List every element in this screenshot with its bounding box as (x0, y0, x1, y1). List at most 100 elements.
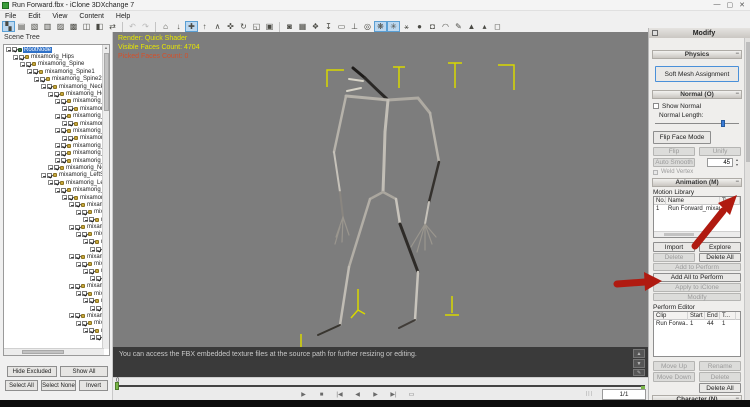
tree-node[interactable]: mixamorig_Neck1 (4, 164, 103, 171)
light-toggle-icon[interactable]: ⚹ (400, 21, 413, 32)
select-none-button[interactable]: Select None (41, 380, 76, 391)
pin-view-icon[interactable]: ↧ (322, 21, 335, 32)
soft-mesh-assignment-button[interactable]: Soft Mesh Assignment (655, 66, 739, 82)
import-button[interactable]: Import (653, 242, 695, 252)
move-up-button[interactable]: Move Up (653, 361, 695, 371)
tree-expander-icon[interactable] (76, 210, 81, 215)
frame-view-icon[interactable]: ▣ (263, 21, 276, 32)
select-tool-icon[interactable]: ▚ (2, 21, 15, 32)
maximize-view-icon[interactable]: ◱ (250, 21, 263, 32)
collapse-icon[interactable]: − (735, 51, 739, 57)
tree-checkbox[interactable] (89, 298, 94, 303)
hide-excluded-button[interactable]: Hide Excluded (7, 366, 57, 377)
move-down-icon[interactable]: ↓ (172, 21, 185, 32)
tree-hscroll-thumb[interactable] (22, 350, 64, 354)
tree-expander-icon[interactable] (20, 62, 25, 67)
delete-all-clips-button[interactable]: Delete All (699, 383, 741, 393)
tree-vscroll-thumb[interactable] (104, 53, 109, 111)
box-view-icon[interactable]: ◻ (491, 21, 504, 32)
tree-expander-icon[interactable] (62, 106, 67, 111)
tree-checkbox[interactable] (96, 276, 101, 281)
stage-view-icon[interactable]: ◘ (426, 21, 439, 32)
import-motion-icon[interactable]: ▥ (41, 21, 54, 32)
timeline-playhead[interactable] (115, 382, 119, 390)
modify-button[interactable]: Modify (653, 293, 741, 301)
tree-expander-icon[interactable] (69, 254, 74, 259)
motion-table-hscrollbar[interactable] (654, 231, 740, 237)
tree-expander-icon[interactable] (48, 180, 53, 185)
tree-expander-icon[interactable] (83, 269, 88, 274)
pivot-view-icon[interactable]: ⊥ (348, 21, 361, 32)
panel-scrollbar-thumb[interactable] (746, 42, 750, 162)
point-view-icon[interactable]: ● (413, 21, 426, 32)
tree-node[interactable]: mixamorig_LeftHandPinky2 (4, 319, 103, 326)
tree-node[interactable]: mixamorig_LeftHandIndex4 (4, 246, 103, 253)
tree-node[interactable]: RootNode (4, 46, 103, 53)
tree-checkbox[interactable] (61, 158, 66, 163)
viewport-capture-button[interactable]: ✎ (633, 369, 645, 376)
tree-checkbox[interactable] (96, 247, 101, 252)
tree-checkbox[interactable] (89, 217, 94, 222)
tree-node[interactable]: mixamorig_Spine2 (4, 76, 103, 83)
tree-checkbox[interactable] (82, 321, 87, 326)
tree-node[interactable]: mixamorig_LeftForeArm (4, 186, 103, 193)
curve-view-icon[interactable]: ◠ (439, 21, 452, 32)
tree-node[interactable]: mixamorig_RightEye (4, 127, 103, 134)
tree-checkbox[interactable] (54, 92, 59, 97)
tree-expander-icon[interactable] (55, 188, 60, 193)
add-all-to-perform-button[interactable]: Add All to Perform (653, 273, 741, 282)
tree-node[interactable]: mixamorig_LeftHandPinky1 (4, 312, 103, 319)
tree-expander-icon[interactable] (76, 232, 81, 237)
import-model-icon[interactable]: ▧ (28, 21, 41, 32)
go-start-button[interactable]: |◀ (334, 390, 345, 399)
curve-tool-icon[interactable]: ∧ (211, 21, 224, 32)
tree-node[interactable]: mixamorig_LeftEye (4, 113, 103, 120)
tree-expander-icon[interactable] (13, 55, 18, 60)
tree-node[interactable]: mixamorig_LeftHandMiddle3 (4, 268, 103, 275)
convert-icon[interactable]: ◧ (93, 21, 106, 32)
screen-view-icon[interactable]: ▭ (335, 21, 348, 32)
collapse-icon[interactable]: − (735, 179, 739, 185)
play-button[interactable]: ▶ (298, 390, 309, 399)
menu-item-file[interactable]: File (0, 13, 21, 20)
tree-expander-icon[interactable] (48, 92, 53, 97)
open-file-icon[interactable]: ▤ (15, 21, 28, 32)
tree-checkbox[interactable] (75, 202, 80, 207)
tree-expander-icon[interactable] (83, 217, 88, 222)
tree-expander-icon[interactable] (83, 239, 88, 244)
tree-expander-icon[interactable] (90, 247, 95, 252)
tree-checkbox[interactable] (61, 188, 66, 193)
grid-toggle-icon[interactable]: ▦ (296, 21, 309, 32)
tree-expander-icon[interactable] (6, 47, 11, 52)
section-normal[interactable]: Normal (O)− (652, 90, 742, 99)
transfer-icon[interactable]: ⇄ (106, 21, 119, 32)
material-view-icon[interactable]: ❖ (309, 21, 322, 32)
table-row[interactable]: 1Run Forward_mixamo♟ (654, 205, 740, 213)
tree-node[interactable]: mixamorig_LeftHandIndex3 (4, 238, 103, 245)
tree-node[interactable]: mixamorig_Neck (4, 83, 103, 90)
tree-checkbox[interactable] (47, 173, 52, 178)
minimize-button[interactable]: — (714, 1, 721, 9)
select-all-button[interactable]: Select All (5, 380, 38, 391)
tree-node[interactable]: mixamorig_Spine1 (4, 68, 103, 75)
prev-frame-button[interactable]: ◀ (352, 390, 363, 399)
tree-node[interactable]: mixamorig_LeftHandThumb3 (4, 216, 103, 223)
tree-node[interactable]: mixamorig_LeftHandPinky4 (4, 334, 103, 341)
tree-node[interactable]: mixamorig_LeftShoulder (4, 172, 103, 179)
tree-checkbox[interactable] (96, 335, 101, 340)
tree-checkbox[interactable] (75, 225, 80, 230)
tree-checkbox[interactable] (75, 284, 80, 289)
display-mode-icon[interactable]: ◙ (283, 21, 296, 32)
camera-orbit-icon[interactable]: ◎ (361, 21, 374, 32)
show-normal-checkbox[interactable] (653, 103, 659, 109)
tree-node[interactable]: mixamorig_LeftHandIndex2 (4, 231, 103, 238)
tree-node[interactable]: mixamorig_LeftHandThumb1 (4, 201, 103, 208)
tree-checkbox[interactable] (68, 136, 73, 141)
tree-node[interactable]: mixamorig_Hips (4, 53, 103, 60)
tree-expander-icon[interactable] (76, 291, 81, 296)
scale-tool-icon[interactable]: ✜ (224, 21, 237, 32)
apply-to-iclone-button[interactable]: Apply to iClone (653, 283, 741, 292)
tree-node[interactable]: mixamorig_LeftHandRing2 (4, 290, 103, 297)
tree-checkbox[interactable] (89, 328, 94, 333)
tree-checkbox[interactable] (26, 62, 31, 67)
